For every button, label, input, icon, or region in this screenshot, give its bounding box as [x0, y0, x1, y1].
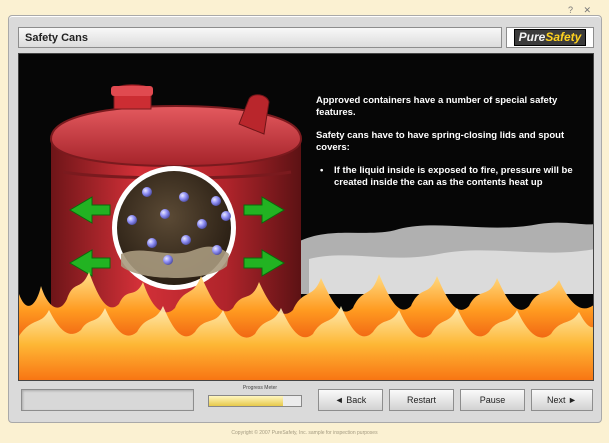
molecule: [142, 187, 152, 197]
logo-part-1: Pure: [518, 30, 546, 44]
next-button[interactable]: Next ►: [531, 389, 593, 411]
slide-intro: Approved containers have a number of spe…: [316, 95, 558, 118]
molecule: [147, 238, 157, 248]
logo-part-2: Safety: [545, 30, 582, 44]
lesson-title: Safety Cans: [18, 27, 502, 48]
progress-meter-label: Progress Meter: [242, 385, 278, 391]
molecule: [160, 209, 170, 219]
lesson-frame: Safety Cans PureSafety Approved containe…: [8, 15, 602, 423]
logo-box: PureSafety: [506, 27, 594, 48]
molecule: [181, 235, 191, 245]
control-bar: Progress Meter ◄ Back Restart Pause Next…: [18, 385, 594, 414]
pause-button[interactable]: Pause: [460, 389, 525, 411]
molecule: [163, 255, 173, 265]
copyright-footer: Copyright © 2007 PureSafety, Inc. sample…: [231, 430, 378, 436]
progress-meter: [208, 395, 302, 407]
bullet-item: • If the liquid inside is exposed to fir…: [316, 165, 586, 189]
bullet-icon: •: [320, 165, 324, 176]
molecule: [179, 192, 189, 202]
molecule: [221, 211, 231, 221]
smoke-shape: [309, 249, 593, 294]
puresafety-logo: PureSafety: [513, 29, 587, 46]
slide-lead: Safety cans have to have spring-closing …: [316, 130, 565, 153]
molecule: [197, 219, 207, 229]
back-button[interactable]: ◄ Back: [318, 389, 383, 411]
restart-button[interactable]: Restart: [389, 389, 454, 411]
bullet-text: If the liquid inside is exposed to fire,…: [334, 165, 573, 188]
molecule: [127, 215, 137, 225]
progress-meter-fill: [209, 396, 283, 406]
molecule: [211, 196, 221, 206]
slide-stage: Approved containers have a number of spe…: [18, 53, 594, 381]
molecule: [212, 245, 222, 255]
status-box: [21, 389, 194, 411]
slide-text: Approved containers have a number of spe…: [316, 95, 586, 189]
spout-cap: [111, 86, 153, 96]
